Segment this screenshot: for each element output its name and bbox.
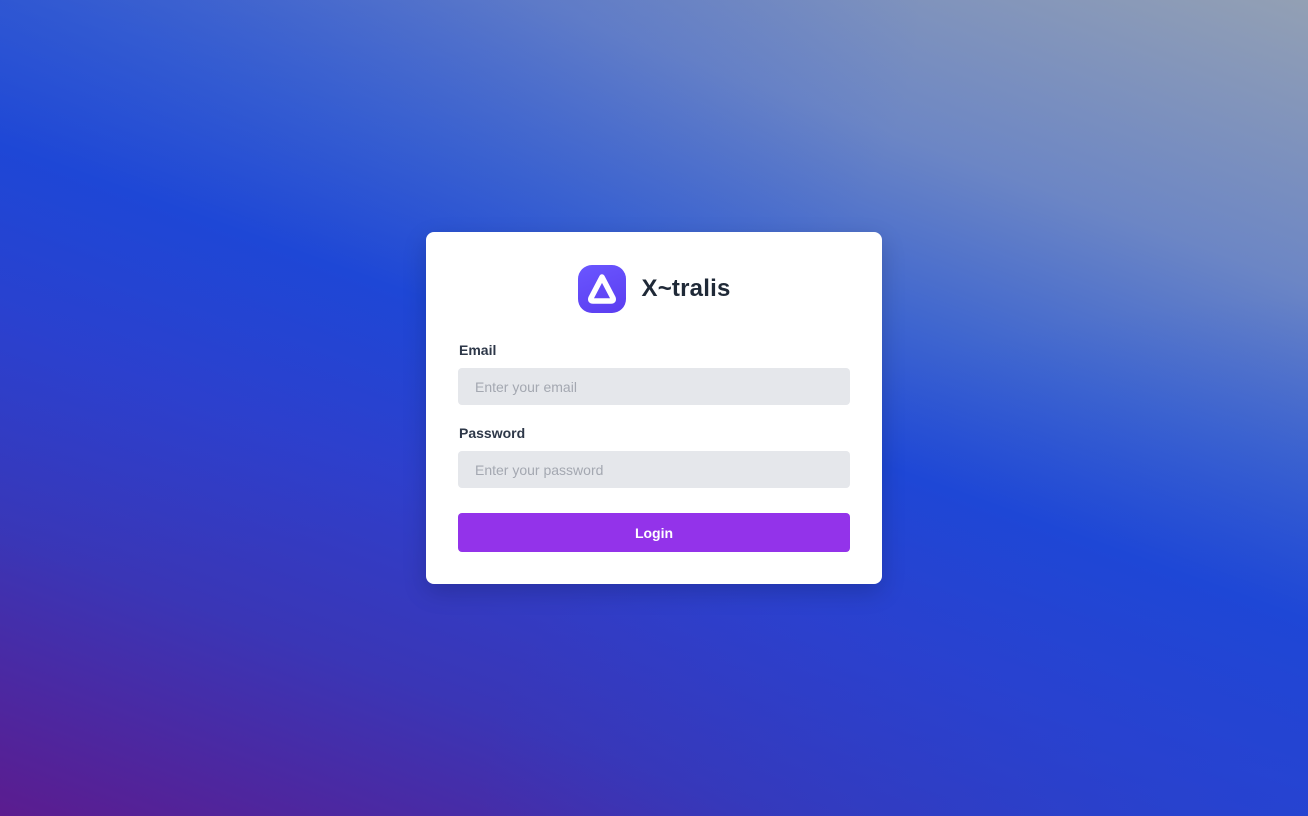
- email-label: Email: [459, 342, 497, 358]
- brand-header: X~tralis: [458, 264, 850, 314]
- brand-logo-icon: [577, 265, 626, 313]
- login-button[interactable]: Login: [458, 513, 850, 552]
- password-field[interactable]: [458, 451, 850, 488]
- brand-name: X~tralis: [641, 275, 731, 302]
- password-label: Password: [459, 425, 526, 441]
- triangle-a-logo-icon: [587, 274, 616, 304]
- email-field[interactable]: [458, 368, 850, 405]
- login-card: X~tralis Email Password Login: [426, 232, 882, 584]
